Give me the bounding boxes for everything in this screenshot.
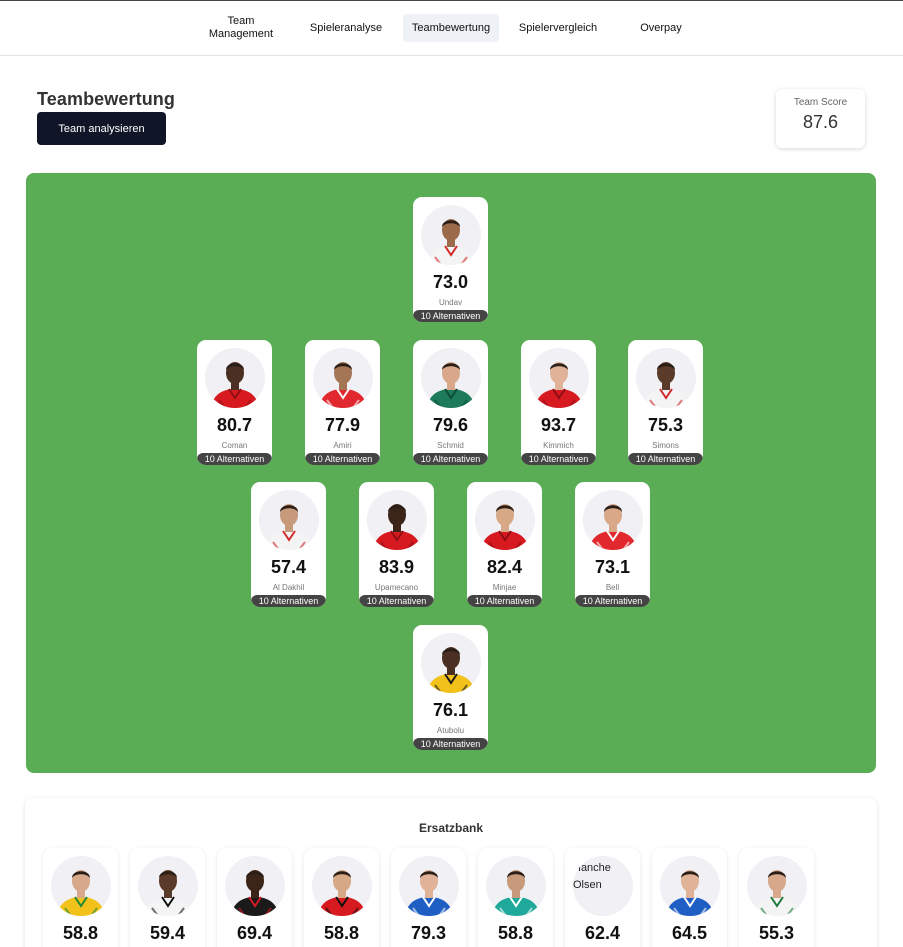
player-rating: 58.8: [323, 923, 360, 943]
player-rating: 58.8: [497, 923, 534, 943]
bench-player-card[interactable]: 55.3: [739, 848, 814, 947]
player-avatar: [138, 856, 198, 916]
player-rating: 73.0: [432, 272, 469, 292]
player-card[interactable]: 75.3 Simons 10 Alternativen: [628, 340, 703, 465]
player-rating: 58.8: [62, 923, 99, 943]
team-score-value: 87.6: [802, 112, 839, 132]
alternatives-button[interactable]: 10 Alternativen: [305, 453, 380, 465]
player-card[interactable]: 57.4 Al Dakhil 10 Alternativen: [251, 482, 326, 607]
bench-player-card[interactable]: 58.8: [304, 848, 379, 947]
player-card[interactable]: 82.4 Minjae 10 Alternativen: [467, 482, 542, 607]
bench-player-card[interactable]: 69.4: [217, 848, 292, 947]
alternatives-button[interactable]: 10 Alternativen: [413, 453, 488, 465]
player-name: Atubolu: [436, 726, 465, 735]
player-avatar: [421, 205, 481, 265]
player-name: Minjae: [492, 583, 517, 592]
player-name: Schmid: [437, 441, 464, 450]
player-avatar: [399, 856, 459, 916]
alternatives-button[interactable]: 10 Alternativen: [575, 595, 650, 607]
bench-title: Ersatzbank: [418, 821, 484, 835]
player-avatar: [486, 856, 546, 916]
player-card[interactable]: 93.7 Kimmich 10 Alternativen: [521, 340, 596, 465]
player-rating: 79.3: [410, 923, 447, 943]
player-rating: 57.4: [270, 557, 307, 577]
analyze-team-button[interactable]: Team analysieren: [37, 112, 166, 145]
player-avatar: [205, 348, 265, 408]
player-avatar: [529, 348, 589, 408]
player-avatar: [475, 490, 535, 550]
nav-item-teambewertung[interactable]: Teambewertung: [403, 14, 499, 42]
player-card[interactable]: 77.9 Amiri 10 Alternativen: [305, 340, 380, 465]
player-avatar: [259, 490, 319, 550]
nav-item-team-management[interactable]: Team Management: [204, 14, 278, 42]
bench-player-card[interactable]: 58.8: [478, 848, 553, 947]
player-rating: 75.3: [647, 415, 684, 435]
nav-item-spielervergleich[interactable]: Spielervergleich: [512, 14, 604, 42]
player-avatar: [312, 856, 372, 916]
alternatives-button[interactable]: 10 Alternativen: [197, 453, 272, 465]
player-card[interactable]: 73.1 Bell 10 Alternativen: [575, 482, 650, 607]
player-avatar: [421, 633, 481, 693]
player-name: Bell: [605, 583, 620, 592]
bench-player-card[interactable]: 58.8: [43, 848, 118, 947]
bench-panel: Ersatzbank 58.8 59.4 69.4 58.8 79.3 58.8 Hanch…: [25, 798, 877, 947]
bench-player-card[interactable]: 59.4: [130, 848, 205, 947]
player-rating: 62.4: [584, 923, 621, 943]
player-rating: 76.1: [432, 700, 469, 720]
player-avatar: [583, 490, 643, 550]
player-rating: 83.9: [378, 557, 415, 577]
player-name: Al Dakhil: [272, 583, 305, 592]
team-score-label: Team Score: [793, 97, 848, 108]
player-avatar: [660, 856, 720, 916]
alternatives-button[interactable]: 10 Alternativen: [467, 595, 542, 607]
alternatives-button[interactable]: 10 Alternativen: [413, 310, 488, 322]
player-avatar: [421, 348, 481, 408]
formation-pitch: 73.0 Undav 10 Alternativen 80.7 Coman 10 Alte…: [26, 173, 876, 773]
alternatives-button[interactable]: 10 Alternativen: [521, 453, 596, 465]
bench-player-card[interactable]: 64.5: [652, 848, 727, 947]
player-rating: 79.6: [432, 415, 469, 435]
nav-item-overpay[interactable]: Overpay: [630, 14, 692, 42]
player-card[interactable]: 80.7 Coman 10 Alternativen: [197, 340, 272, 465]
player-rating: 82.4: [486, 557, 523, 577]
player-rating: 64.5: [671, 923, 708, 943]
player-avatar: [51, 856, 111, 916]
alternatives-button[interactable]: 10 Alternativen: [628, 453, 703, 465]
player-avatar: [313, 348, 373, 408]
player-card[interactable]: 73.0 Undav 10 Alternativen: [413, 197, 488, 322]
player-card[interactable]: 83.9 Upamecano 10 Alternativen: [359, 482, 434, 607]
player-rating: 69.4: [236, 923, 273, 943]
player-rating: 93.7: [540, 415, 577, 435]
player-name: Simons: [652, 441, 679, 450]
player-avatar: [367, 490, 427, 550]
alternatives-button[interactable]: 10 Alternativen: [413, 738, 488, 750]
player-name: Coman: [221, 441, 248, 450]
team-score-card: Team Score 87.6: [776, 89, 865, 148]
alternatives-button[interactable]: 10 Alternativen: [359, 595, 434, 607]
player-rating: 77.9: [324, 415, 361, 435]
player-avatar: [225, 856, 285, 916]
bench-player-card[interactable]: 79.3: [391, 848, 466, 947]
alternatives-button[interactable]: 10 Alternativen: [251, 595, 326, 607]
player-card[interactable]: 79.6 Schmid 10 Alternativen: [413, 340, 488, 465]
player-avatar: [636, 348, 696, 408]
player-rating: 73.1: [594, 557, 631, 577]
nav-item-spieleranalyse[interactable]: Spieleranalyse: [304, 14, 388, 42]
player-image-alt-text: Hanche Olsen: [573, 862, 611, 891]
top-navigation: Team Management Spieleranalyse Teambewer…: [0, 1, 903, 56]
player-rating: 55.3: [758, 923, 795, 943]
player-name: Kimmich: [543, 441, 574, 450]
player-rating: 59.4: [149, 923, 186, 943]
player-card[interactable]: 76.1 Atubolu 10 Alternativen: [413, 625, 488, 750]
player-avatar: Hanche Olsen: [573, 856, 633, 916]
page-title: Teambewertung: [37, 89, 175, 109]
player-rating: 80.7: [216, 415, 253, 435]
player-name: Amiri: [333, 441, 352, 450]
player-name: Upamecano: [374, 583, 419, 592]
player-name: Undav: [438, 298, 463, 307]
player-avatar: [747, 856, 807, 916]
bench-player-card[interactable]: Hanche Olsen 62.4: [565, 848, 640, 947]
